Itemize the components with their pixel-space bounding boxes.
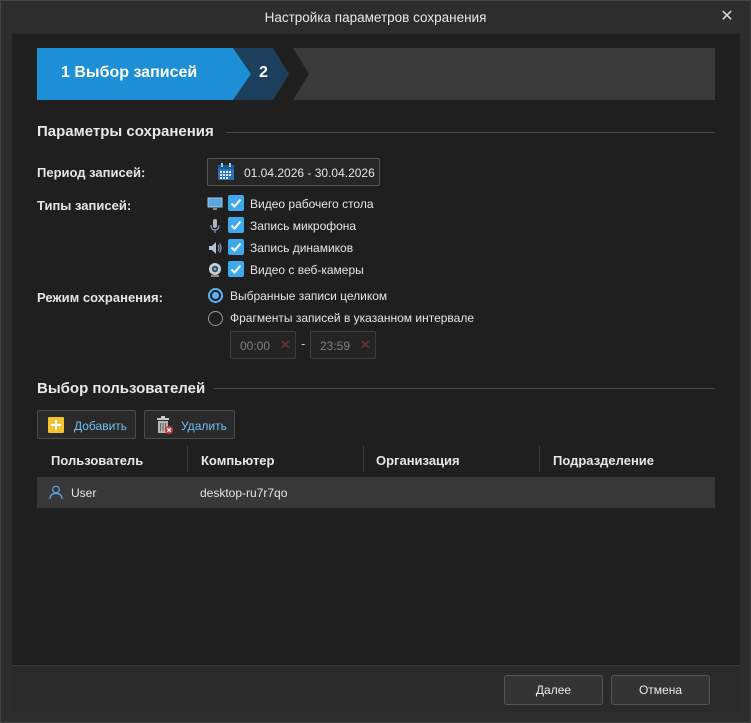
section-divider	[214, 388, 715, 389]
period-label: Период записей:	[37, 165, 146, 180]
webcam-icon	[209, 263, 221, 277]
wizard-steps: 1 Выбор записей 2	[37, 48, 715, 100]
column-separator	[539, 446, 540, 472]
user-icon	[49, 485, 63, 500]
calendar-icon[interactable]	[217, 163, 235, 181]
wizard-step-2-label: 2	[259, 64, 268, 81]
window-title: Настройка параметров сохранения	[264, 10, 487, 25]
microphone-icon	[210, 219, 220, 233]
type-webcam-checkbox[interactable]	[228, 261, 244, 277]
period-picker[interactable]: 01.04.2026 - 30.04.2026	[207, 158, 380, 186]
speaker-icon	[209, 242, 222, 254]
add-user-button[interactable]: Добавить	[37, 410, 136, 439]
mode-fragments-radio[interactable]	[208, 311, 223, 326]
time-separator: -	[301, 336, 306, 351]
time-to-input[interactable]: 23:59 ✕	[310, 331, 376, 359]
mode-fragments-label[interactable]: Фрагменты записей в указанном интервале	[230, 311, 474, 325]
column-header-computer[interactable]: Компьютер	[201, 453, 274, 468]
type-desktop-video-label: Видео рабочего стола	[250, 197, 374, 211]
title-bar: Настройка параметров сохранения ✕	[1, 1, 750, 34]
type-speakers-label: Запись динамиков	[250, 241, 354, 255]
period-value: 01.04.2026 - 30.04.2026	[244, 166, 375, 180]
mode-label: Режим сохранения:	[37, 290, 163, 305]
cancel-button[interactable]: Отмена	[611, 675, 710, 705]
dialog-footer: Далее Отмена	[12, 665, 740, 712]
delete-user-button[interactable]: Удалить	[144, 410, 235, 439]
wizard-step-1: 1 Выбор записей	[37, 48, 233, 100]
type-webcam[interactable]: Видео с веб-камеры	[207, 261, 407, 279]
delete-user-label: Удалить	[181, 419, 227, 433]
type-webcam-label: Видео с веб-камеры	[250, 263, 364, 277]
type-microphone-checkbox[interactable]	[228, 217, 244, 233]
users-section-title: Выбор пользователей	[37, 380, 206, 397]
cell-user: User	[71, 486, 97, 500]
mode-whole-radio[interactable]	[208, 288, 223, 303]
monitor-icon	[207, 197, 223, 210]
add-icon	[48, 417, 64, 433]
column-separator	[187, 446, 188, 472]
type-microphone[interactable]: Запись микрофона	[207, 217, 407, 235]
table-row[interactable]: User desktop-ru7r7qo	[37, 477, 715, 508]
time-to-value: 23:59	[320, 339, 351, 353]
trash-icon	[157, 416, 173, 434]
clear-time-to-icon[interactable]: ✕	[360, 337, 371, 353]
users-table-header: Пользователь Компьютер Организация Подра…	[37, 446, 715, 475]
type-speakers[interactable]: Запись динамиков	[207, 239, 407, 257]
column-header-user[interactable]: Пользователь	[51, 453, 143, 468]
types-label: Типы записей:	[37, 198, 132, 213]
type-desktop-video[interactable]: Видео рабочего стола	[207, 195, 407, 213]
clear-time-from-icon[interactable]: ✕	[280, 337, 291, 353]
column-separator	[363, 446, 364, 472]
mode-whole-label[interactable]: Выбранные записи целиком	[230, 289, 387, 303]
cell-computer: desktop-ru7r7qo	[200, 486, 288, 500]
dialog-window: Настройка параметров сохранения ✕ 1 Выбо…	[0, 0, 751, 723]
type-microphone-label: Запись микрофона	[250, 219, 357, 233]
close-icon[interactable]: ✕	[718, 7, 736, 27]
dialog-content: 1 Выбор записей 2 Параметры сохранения П…	[12, 34, 740, 665]
section-divider	[226, 132, 715, 133]
save-params-section-title: Параметры сохранения	[37, 123, 214, 140]
time-from-input[interactable]: 00:00 ✕	[230, 331, 296, 359]
next-button[interactable]: Далее	[504, 675, 603, 705]
add-user-label: Добавить	[74, 419, 128, 433]
wizard-step-1-label: 1 Выбор записей	[61, 64, 198, 81]
type-speakers-checkbox[interactable]	[228, 239, 244, 255]
time-from-value: 00:00	[240, 339, 271, 353]
column-header-department[interactable]: Подразделение	[553, 453, 654, 468]
column-header-organization[interactable]: Организация	[376, 453, 460, 468]
type-desktop-video-checkbox[interactable]	[228, 195, 244, 211]
